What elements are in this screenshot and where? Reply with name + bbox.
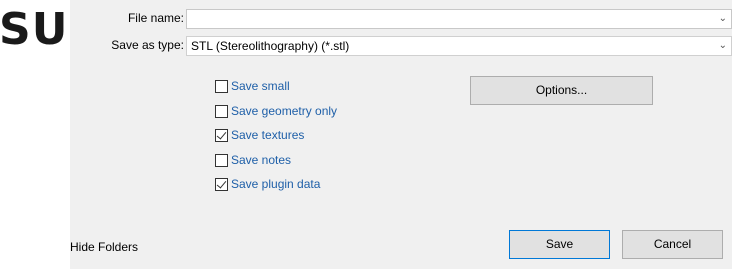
checkbox-box[interactable] — [215, 79, 228, 93]
logo-text: SU — [0, 4, 69, 55]
checkbox-save-notes[interactable]: Save notes — [215, 150, 291, 170]
checkbox-box[interactable] — [215, 153, 228, 167]
checkbox-save-plugin-data[interactable]: Save plugin data — [215, 174, 320, 194]
options-button[interactable]: Options... — [470, 76, 653, 105]
checkbox-box[interactable] — [215, 128, 228, 142]
checkmark-icon — [216, 128, 227, 140]
save-as-type-value: STL (Stereolithography) (*.stl) — [191, 39, 350, 53]
checkbox-label[interactable]: Save textures — [231, 128, 304, 142]
checkbox-label[interactable]: Save geometry only — [231, 104, 337, 118]
hide-folders-button[interactable]: Hide Folders — [70, 240, 138, 254]
file-name-label: File name: — [127, 11, 184, 25]
chevron-down-icon[interactable]: ⌄ — [719, 10, 727, 28]
file-name-field[interactable]: ⌄ — [186, 9, 732, 29]
checkbox-box[interactable] — [215, 177, 228, 191]
cancel-button[interactable]: Cancel — [622, 230, 723, 259]
checkbox-label[interactable]: Save plugin data — [231, 177, 320, 191]
checkbox-label[interactable]: Save small — [231, 79, 290, 93]
checkbox-box[interactable] — [215, 104, 228, 118]
save-as-type-select[interactable]: STL (Stereolithography) (*.stl) ⌄ — [186, 36, 732, 56]
checkbox-save-geometry-only[interactable]: Save geometry only — [215, 101, 337, 121]
checkbox-save-small[interactable]: Save small — [215, 76, 290, 96]
save-as-type-label: Save as type: — [111, 38, 184, 52]
save-dialog: File name: ⌄ Save as type: STL (Stereoli… — [70, 0, 732, 269]
app-logo: SU — [0, 0, 70, 269]
checkbox-label[interactable]: Save notes — [231, 153, 291, 167]
checkmark-icon — [216, 177, 227, 189]
save-button[interactable]: Save — [509, 230, 610, 259]
checkbox-save-textures[interactable]: Save textures — [215, 125, 304, 145]
chevron-down-icon[interactable]: ⌄ — [719, 37, 727, 55]
